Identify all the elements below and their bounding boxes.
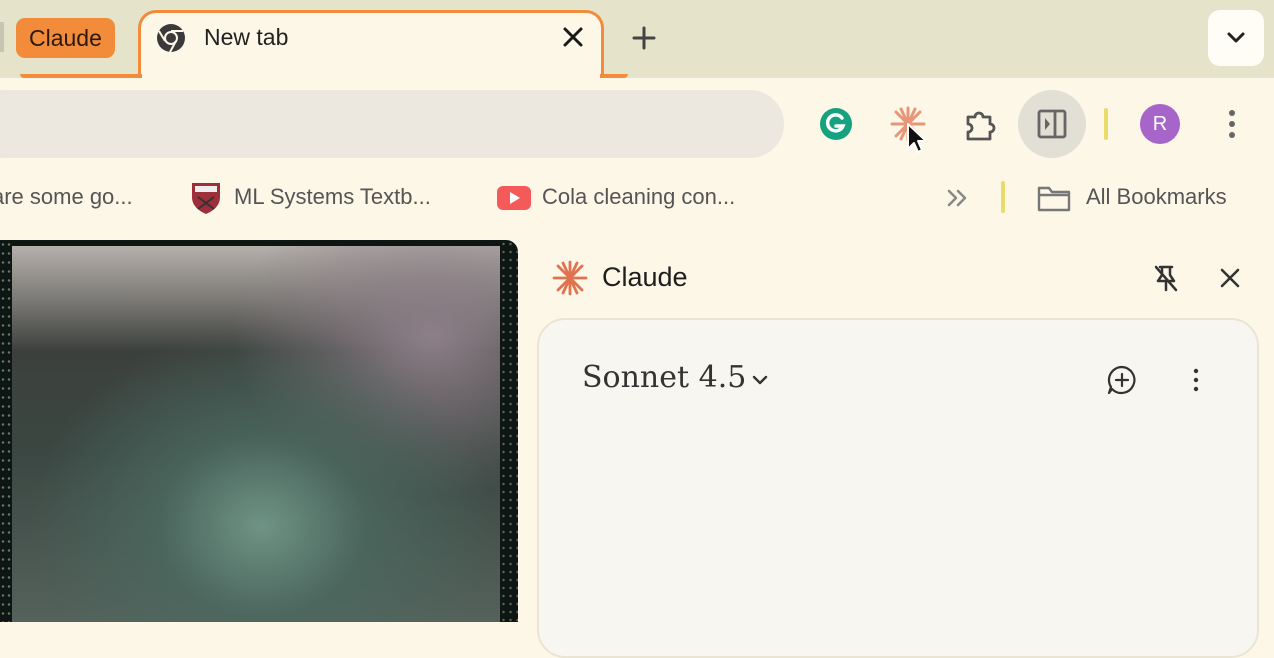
- background-texture: [500, 240, 518, 622]
- more-vertical-icon[interactable]: [1220, 106, 1244, 142]
- double-chevron-right-icon[interactable]: [944, 186, 972, 210]
- bookmarks-divider: [1001, 181, 1005, 213]
- puzzle-icon[interactable]: [962, 106, 1000, 144]
- chevron-down-icon[interactable]: [748, 368, 772, 392]
- close-panel-icon[interactable]: [1214, 262, 1246, 294]
- harvard-shield-icon: [192, 183, 220, 214]
- cursor-icon: [907, 123, 927, 153]
- tab-title: New tab: [204, 24, 289, 50]
- profile-avatar[interactable]: R: [1140, 104, 1180, 144]
- tab-group-underline: [600, 74, 628, 78]
- claude-logo-icon: [552, 260, 588, 296]
- all-bookmarks-button[interactable]: All Bookmarks: [1086, 184, 1227, 210]
- side-panel-icon: [1037, 109, 1067, 139]
- tab-search-button[interactable]: [1208, 10, 1264, 66]
- new-tab-button[interactable]: [626, 20, 662, 56]
- side-panel-button[interactable]: [1018, 90, 1086, 158]
- page-content: [0, 240, 518, 622]
- claude-icon[interactable]: [888, 104, 928, 164]
- side-panel-title: Claude: [602, 262, 688, 292]
- new-chat-icon[interactable]: [1104, 362, 1140, 398]
- toolbar-divider: [1104, 108, 1108, 140]
- background-texture: [0, 240, 12, 622]
- chevron-down-icon: [1227, 32, 1245, 43]
- tab-group-chip[interactable]: Claude: [16, 18, 115, 58]
- youtube-icon: [497, 186, 531, 210]
- chrome-icon: [157, 24, 185, 53]
- unpin-icon[interactable]: [1150, 262, 1182, 294]
- bookmark-item[interactable]: are some go...: [0, 184, 133, 210]
- grammarly-icon[interactable]: [818, 106, 854, 142]
- address-bar[interactable]: [0, 90, 784, 158]
- bookmark-item[interactable]: Cola cleaning con...: [542, 184, 735, 210]
- model-selector[interactable]: Sonnet 4.5: [582, 360, 746, 395]
- more-options-icon[interactable]: [1186, 366, 1206, 394]
- folder-icon: [1037, 186, 1071, 212]
- close-icon[interactable]: [558, 22, 588, 52]
- tab-group-bar: [0, 22, 4, 52]
- blurred-image: [12, 246, 500, 622]
- tab-group-underline: [20, 74, 142, 78]
- bookmark-item[interactable]: ML Systems Textb...: [234, 184, 431, 210]
